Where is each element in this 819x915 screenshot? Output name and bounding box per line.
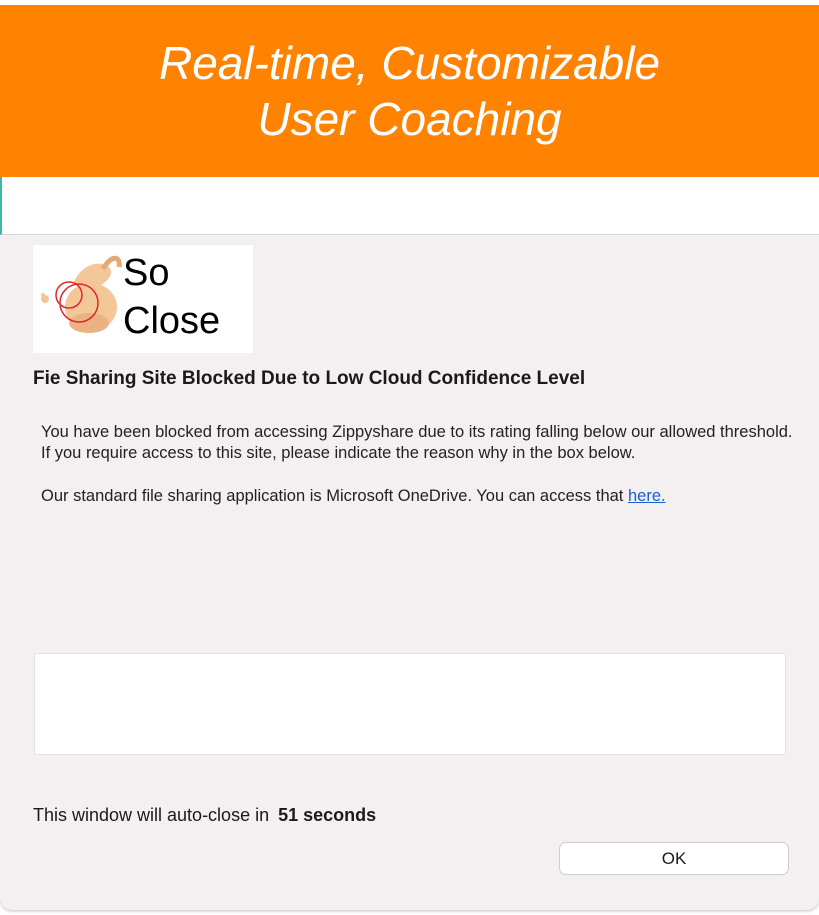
logo-text-line1: So bbox=[123, 252, 170, 294]
alternative-app-text: Our standard file sharing application is… bbox=[41, 487, 628, 505]
banner-title-line1: Real-time, Customizable bbox=[158, 37, 661, 89]
countdown-prefix: This window will auto-close in bbox=[33, 805, 270, 825]
reason-input[interactable] bbox=[34, 653, 786, 755]
promo-banner: Real-time, Customizable User Coaching bbox=[0, 5, 819, 177]
block-message-line2: If you require access to this site, plea… bbox=[41, 444, 636, 462]
block-message-line1: You have been blocked from accessing Zip… bbox=[41, 423, 793, 441]
banner-title-line2: User Coaching bbox=[257, 93, 562, 145]
auto-close-countdown: This window will auto-close in 51 second… bbox=[33, 805, 376, 826]
coaching-dialog: So Close Fie Sharing Site Blocked Due to… bbox=[0, 236, 819, 910]
so-close-logo: So Close bbox=[33, 245, 253, 353]
onedrive-link[interactable]: here. bbox=[628, 487, 666, 505]
ok-hand-icon bbox=[41, 255, 122, 333]
block-message: You have been blocked from accessing Zip… bbox=[41, 422, 801, 464]
dialog-heading: Fie Sharing Site Blocked Due to Low Clou… bbox=[33, 368, 586, 389]
alternative-app-message: Our standard file sharing application is… bbox=[41, 486, 801, 507]
logo-text-line2: Close bbox=[123, 300, 221, 342]
ok-button[interactable]: OK bbox=[559, 842, 789, 875]
countdown-seconds: 51 seconds bbox=[278, 805, 377, 825]
dialog-titlebar bbox=[0, 177, 819, 235]
